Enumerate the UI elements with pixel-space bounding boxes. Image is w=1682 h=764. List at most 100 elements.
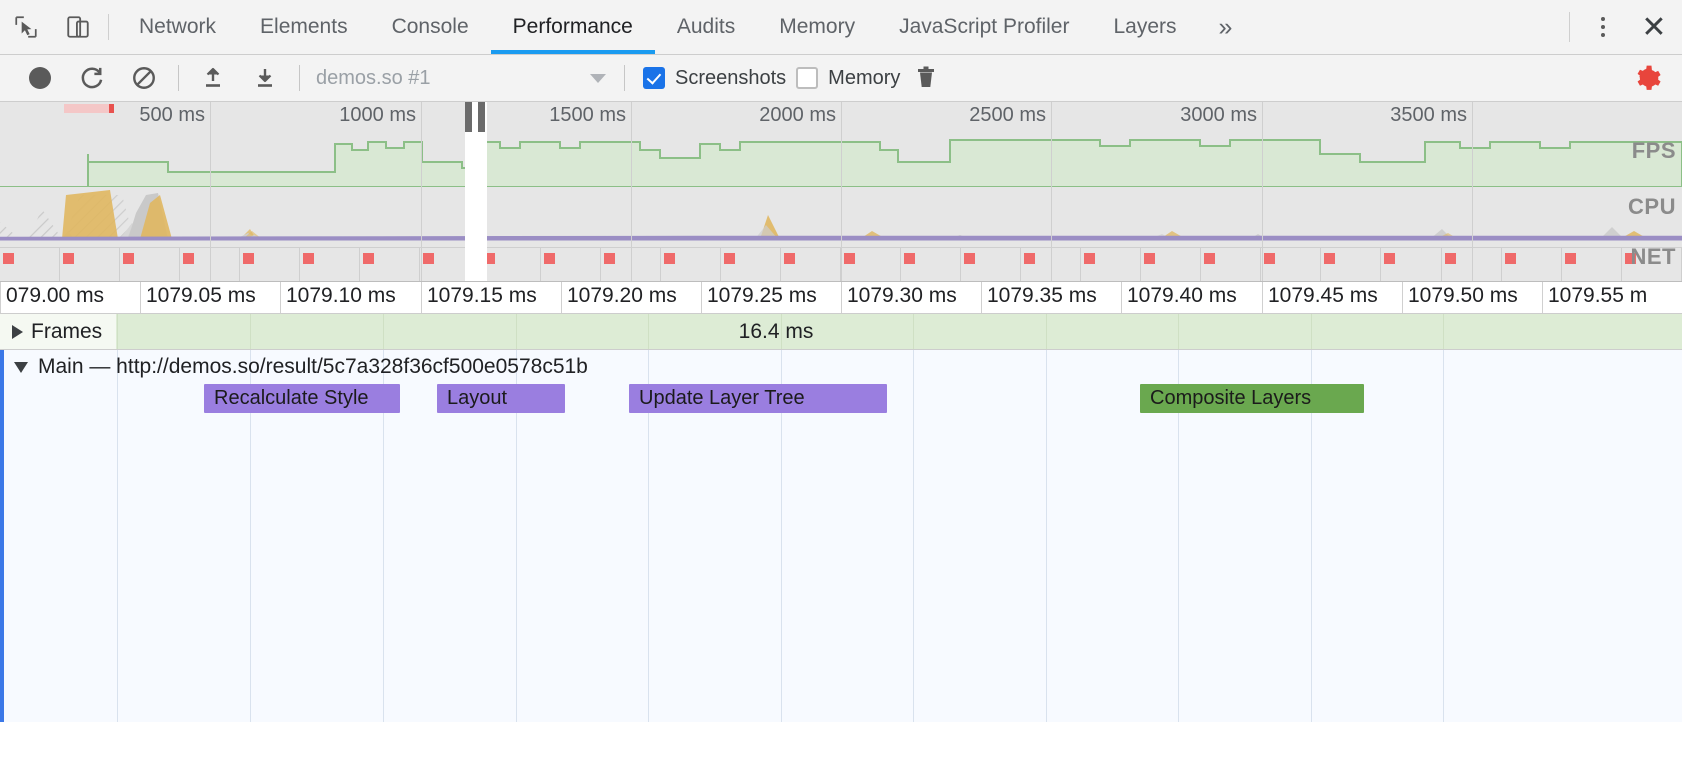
net-request-bar[interactable] (1261, 247, 1321, 282)
flame-chart-event[interactable]: Layout (437, 384, 565, 413)
net-request-marker (123, 253, 134, 264)
net-request-marker (3, 253, 14, 264)
overview-tick-label: 3000 ms (1180, 104, 1257, 127)
net-request-bar[interactable] (541, 247, 601, 282)
download-profile-icon[interactable] (239, 55, 291, 101)
tab-label: Performance (513, 15, 633, 39)
net-request-bar[interactable] (1201, 247, 1261, 282)
track-selection-edge (0, 350, 4, 722)
net-request-bar[interactable] (1502, 247, 1562, 282)
net-request-bar[interactable] (721, 247, 781, 282)
flame-chart-event[interactable]: Composite Layers (1140, 384, 1364, 413)
close-icon[interactable]: ✕ (1626, 10, 1682, 45)
overview-tick-label: 500 ms (139, 104, 205, 127)
frames-track-header[interactable]: Frames (0, 314, 116, 350)
overview-tick: 3500 ms (1472, 102, 1473, 282)
main-track-title: Main — http://demos.so/result/5c7a328f36… (38, 355, 588, 379)
upload-profile-icon[interactable] (187, 55, 239, 101)
device-toolbar-icon[interactable] (52, 0, 104, 54)
detail-ruler-label: 1079.55 m (1548, 284, 1647, 308)
performance-toolbar: demos.so #1 Screenshots Memory (0, 55, 1682, 102)
overview-tick: 1500 ms (631, 102, 632, 282)
net-request-bar[interactable] (360, 247, 420, 282)
net-request-bar[interactable] (481, 247, 541, 282)
record-circle-icon[interactable] (14, 55, 66, 101)
checkbox-checked-icon[interactable] (643, 67, 665, 89)
inspect-cursor-icon[interactable] (0, 0, 52, 54)
detail-ruler-tick: 079.00 ms (0, 282, 140, 314)
overview-selection-window[interactable] (465, 102, 487, 281)
tab-elements[interactable]: Elements (238, 0, 370, 54)
tabbar-divider (108, 14, 109, 40)
net-request-bar[interactable] (120, 247, 180, 282)
gear-icon[interactable] (1626, 63, 1670, 93)
net-request-bar[interactable] (901, 247, 961, 282)
tab-audits[interactable]: Audits (655, 0, 757, 54)
tab-network[interactable]: Network (117, 0, 238, 54)
frames-track-label: Frames (31, 320, 102, 344)
tab-console[interactable]: Console (370, 0, 491, 54)
memory-checkbox[interactable]: Memory (796, 67, 900, 90)
detail-ruler-tick: 1079.25 ms (701, 282, 841, 314)
timeline-overview[interactable]: FPS CPU NET (0, 102, 1682, 282)
reload-record-icon[interactable] (66, 55, 118, 101)
net-request-marker (1384, 253, 1395, 264)
detail-ruler-label: 1079.35 ms (987, 284, 1097, 308)
tab-javascript-profiler[interactable]: JavaScript Profiler (877, 0, 1091, 54)
net-request-bar[interactable] (300, 247, 360, 282)
tab-layers[interactable]: Layers (1091, 0, 1198, 54)
detail-ruler-tick: 1079.20 ms (561, 282, 701, 314)
net-request-marker (1084, 253, 1095, 264)
net-request-marker (904, 253, 915, 264)
checkbox-unchecked-icon[interactable] (796, 67, 818, 89)
tab-label: JavaScript Profiler (899, 15, 1069, 39)
net-request-marker (1264, 253, 1275, 264)
net-request-bar[interactable] (1562, 247, 1622, 282)
flame-chart-event[interactable]: Recalculate Style (204, 384, 400, 413)
net-request-bar[interactable] (841, 247, 901, 282)
tab-label: Layers (1113, 15, 1176, 39)
more-tabs-icon[interactable]: » (1199, 0, 1253, 54)
trash-icon[interactable] (900, 55, 952, 101)
net-request-marker (63, 253, 74, 264)
overview-tick-label: 1000 ms (339, 104, 416, 127)
detail-ruler-label: 1079.30 ms (847, 284, 957, 308)
expand-arrow-icon[interactable] (12, 325, 23, 339)
overview-tick: 2000 ms (841, 102, 842, 282)
net-request-marker (664, 253, 675, 264)
screenshots-checkbox[interactable]: Screenshots (643, 67, 786, 90)
overview-tick-label: 3500 ms (1390, 104, 1467, 127)
collapse-arrow-icon[interactable] (14, 362, 28, 373)
recording-selector[interactable]: demos.so #1 (308, 55, 616, 101)
net-request-bar[interactable] (1381, 247, 1441, 282)
net-request-marker (604, 253, 615, 264)
toolbar-right-actions (1626, 63, 1682, 93)
frames-track[interactable]: Frames 16.4 ms (0, 314, 1682, 350)
net-request-bar[interactable] (1081, 247, 1141, 282)
net-request-marker (1505, 253, 1516, 264)
detail-ruler-label: 1079.20 ms (567, 284, 677, 308)
toolbar-divider (178, 65, 179, 91)
net-request-marker (303, 253, 314, 264)
tab-memory[interactable]: Memory (757, 0, 877, 54)
net-request-bar[interactable] (0, 247, 60, 282)
chevron-down-icon[interactable] (590, 74, 606, 83)
tab-performance[interactable]: Performance (491, 0, 655, 54)
kebab-menu-icon[interactable] (1580, 17, 1626, 37)
frame-duration-label[interactable]: 16.4 ms (648, 314, 904, 350)
flame-chart-event[interactable]: Update Layer Tree (629, 384, 887, 413)
net-request-bar[interactable] (60, 247, 120, 282)
net-request-bar[interactable] (661, 247, 721, 282)
net-request-bar[interactable] (240, 247, 300, 282)
detail-ruler-label: 1079.50 ms (1408, 284, 1518, 308)
overview-ruler: 500 ms1000 ms1500 ms2000 ms2500 ms3000 m… (0, 102, 1682, 132)
clear-prohibited-icon[interactable] (118, 55, 170, 101)
net-request-bar[interactable] (1321, 247, 1381, 282)
detail-ruler-tick: 1079.10 ms (280, 282, 420, 314)
net-request-bar[interactable] (781, 247, 841, 282)
main-thread-track[interactable]: Main — http://demos.so/result/5c7a328f36… (0, 350, 1682, 722)
net-request-bar[interactable] (961, 247, 1021, 282)
net-request-marker (544, 253, 555, 264)
main-track-header[interactable]: Main — http://demos.so/result/5c7a328f36… (0, 350, 1682, 384)
net-request-bar[interactable] (1141, 247, 1201, 282)
